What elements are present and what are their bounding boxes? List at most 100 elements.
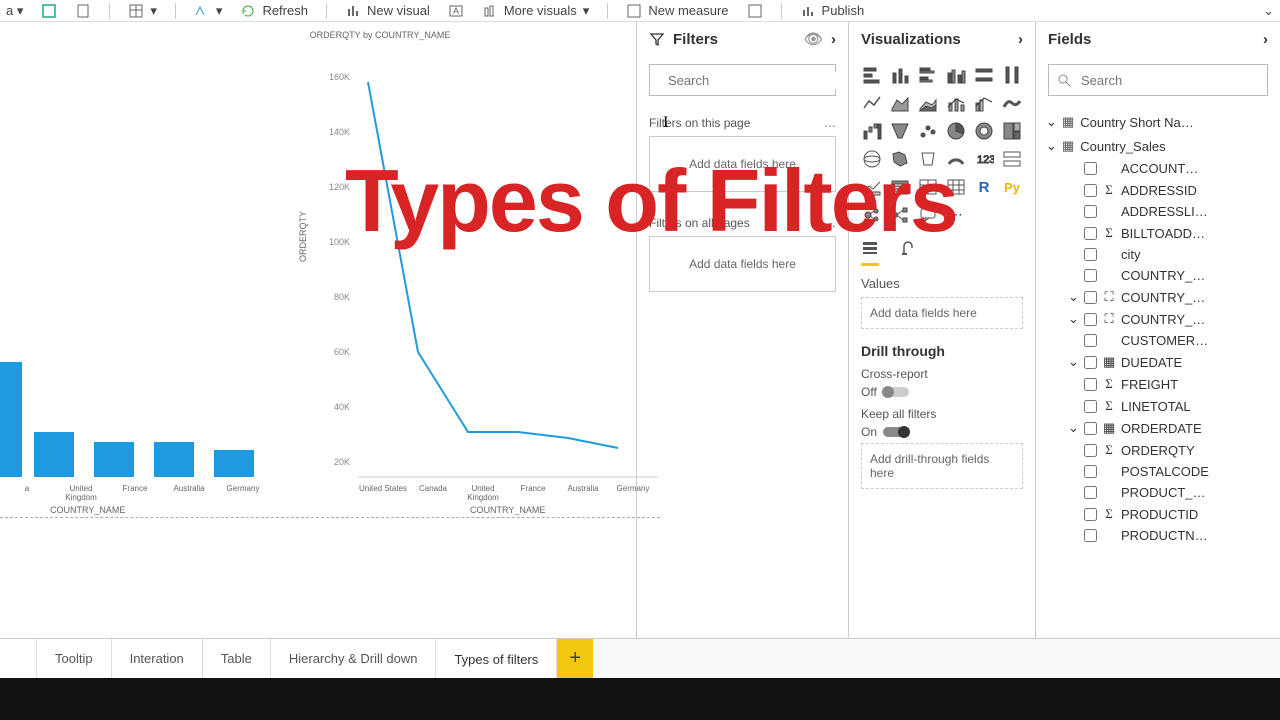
field-column[interactable]: ⌄⛶COUNTRY_… (1046, 308, 1270, 330)
field-column[interactable]: ΣBILLTOADD… (1046, 222, 1270, 244)
viz-stacked-area[interactable] (917, 92, 939, 114)
viz-matrix[interactable] (945, 176, 967, 198)
field-column[interactable]: PRODUCTN… (1046, 525, 1270, 546)
viz-ribbon[interactable] (1001, 92, 1023, 114)
viz-area[interactable] (889, 92, 911, 114)
viz-kpi[interactable] (861, 176, 883, 198)
page-tab[interactable]: Tooltip (37, 639, 112, 678)
viz-multi-card[interactable] (1001, 148, 1023, 170)
viz-treemap[interactable] (1001, 120, 1023, 142)
viz-r-script[interactable]: R (973, 176, 995, 198)
viz-line-column[interactable] (945, 92, 967, 114)
refresh-button[interactable]: Refresh (240, 3, 308, 19)
field-column[interactable]: ADDRESSLI… (1046, 201, 1270, 222)
field-column[interactable]: ⌄▦ORDERDATE (1046, 417, 1270, 439)
field-column[interactable]: COUNTRY_… (1046, 265, 1270, 286)
viz-qa[interactable] (917, 204, 939, 226)
viz-100-column[interactable] (1001, 64, 1023, 86)
new-measure-button[interactable]: New measure (626, 3, 728, 19)
add-page-button[interactable]: + (557, 639, 593, 678)
page-tab[interactable]: Types of filters (436, 639, 557, 678)
report-canvas[interactable]: ORDERQTY by COUNTRY_NAME ORDERQTY 160K14… (0, 22, 637, 638)
publish-button[interactable]: Publish (800, 3, 865, 19)
viz-key-influencers[interactable] (861, 204, 883, 226)
fields-search[interactable] (1048, 64, 1268, 96)
page-tab[interactable]: Table (203, 639, 271, 678)
values-dropzone[interactable]: Add data fields here (861, 297, 1023, 329)
field-column[interactable]: city (1046, 244, 1270, 265)
viz-100-bar[interactable] (973, 64, 995, 86)
ribbon-dropdown-a[interactable]: a ▾ (6, 3, 23, 19)
viz-shape-map[interactable] (917, 148, 939, 170)
ribbon-transform[interactable]: ▾ (194, 3, 223, 19)
ribbon-excel[interactable] (41, 3, 57, 19)
field-column[interactable]: ΣLINETOTAL (1046, 395, 1270, 417)
viz-map[interactable] (861, 148, 883, 170)
collapse-filters-icon[interactable]: › (831, 31, 836, 48)
ribbon-paste[interactable] (75, 3, 91, 19)
viz-py-script[interactable]: Py (1001, 176, 1023, 198)
field-column[interactable]: ΣPRODUCTID (1046, 503, 1270, 525)
field-table[interactable]: ⌄▦Country Short Na… (1046, 110, 1270, 134)
text-box-button[interactable]: A (448, 3, 464, 19)
viz-clustered-bar[interactable] (917, 64, 939, 86)
viz-gauge[interactable] (945, 148, 967, 170)
line-x-axis-label: COUNTRY_NAME (470, 505, 545, 515)
viz-donut[interactable] (973, 120, 995, 142)
field-column[interactable]: ⌄▦DUEDATE (1046, 351, 1270, 373)
field-column[interactable]: ⌄⛶COUNTRY_… (1046, 286, 1270, 308)
viz-filled-map[interactable] (889, 148, 911, 170)
field-column[interactable]: ACCOUNT… (1046, 158, 1270, 179)
field-column[interactable]: PRODUCT_… (1046, 482, 1270, 503)
tab-hidden-left[interactable] (0, 639, 37, 678)
field-column[interactable]: POSTALCODE (1046, 461, 1270, 482)
field-column[interactable]: CUSTOMER… (1046, 330, 1270, 351)
fields-well-icon[interactable] (861, 238, 879, 266)
page-filters-dropzone[interactable]: Add data fields here (649, 136, 836, 192)
viz-clustered-column[interactable] (945, 64, 967, 86)
all-filters-dropzone[interactable]: Add data fields here (649, 236, 836, 292)
collapse-viz-icon[interactable]: › (1018, 31, 1023, 48)
viz-waterfall[interactable] (861, 120, 883, 142)
field-column[interactable]: ΣORDERQTY (1046, 439, 1270, 461)
drill-dropzone[interactable]: Add drill-through fields here (861, 443, 1023, 489)
viz-table[interactable] (917, 176, 939, 198)
viz-line[interactable] (861, 92, 883, 114)
page-tabs: TooltipInterationTableHierarchy & Drill … (0, 638, 1280, 678)
filter-icon (649, 31, 665, 47)
viz-line-clustered[interactable] (973, 92, 995, 114)
field-table[interactable]: ⌄▦Country_Sales (1046, 134, 1270, 158)
cross-report-label: Cross-report (861, 367, 1023, 381)
eye-icon[interactable]: 👁 (804, 30, 823, 48)
viz-scatter[interactable] (917, 120, 939, 142)
line-chart[interactable] (358, 72, 658, 482)
collapse-fields-icon[interactable]: › (1263, 31, 1268, 48)
page-tab[interactable]: Interation (112, 639, 203, 678)
field-column[interactable]: ΣADDRESSID (1046, 179, 1270, 201)
field-column[interactable]: ΣFREIGHT (1046, 373, 1270, 395)
viz-stacked-column[interactable] (889, 64, 911, 86)
svg-text:123: 123 (977, 154, 994, 166)
filters-search[interactable] (649, 64, 836, 96)
keep-filters-toggle[interactable]: On (861, 425, 909, 439)
format-icon[interactable] (899, 238, 917, 266)
all-filters-more[interactable]: … (824, 216, 836, 230)
page-tab[interactable]: Hierarchy & Drill down (271, 639, 437, 678)
viz-pie[interactable] (945, 120, 967, 142)
viz-funnel[interactable] (889, 120, 911, 142)
page-filters-more[interactable]: … (824, 116, 836, 130)
cross-report-toggle[interactable]: Off (861, 385, 909, 399)
bar-chart[interactable] (0, 362, 270, 482)
ribbon-table[interactable]: ▾ (128, 3, 157, 19)
viz-decomposition[interactable] (889, 204, 911, 226)
viz-slicer[interactable] (889, 176, 911, 198)
more-visuals-button[interactable]: More visuals ▾ (482, 3, 590, 19)
viz-more[interactable]: ⋯ (945, 204, 967, 226)
fields-search-input[interactable] (1079, 72, 1259, 89)
viz-stacked-bar[interactable] (861, 64, 883, 86)
ribbon-collapse[interactable]: ⌄ (1263, 3, 1274, 19)
filters-search-input[interactable] (666, 72, 846, 89)
viz-card[interactable]: 123 (973, 148, 995, 170)
quick-measure-button[interactable] (747, 3, 763, 19)
new-visual-button[interactable]: New visual (345, 3, 430, 19)
